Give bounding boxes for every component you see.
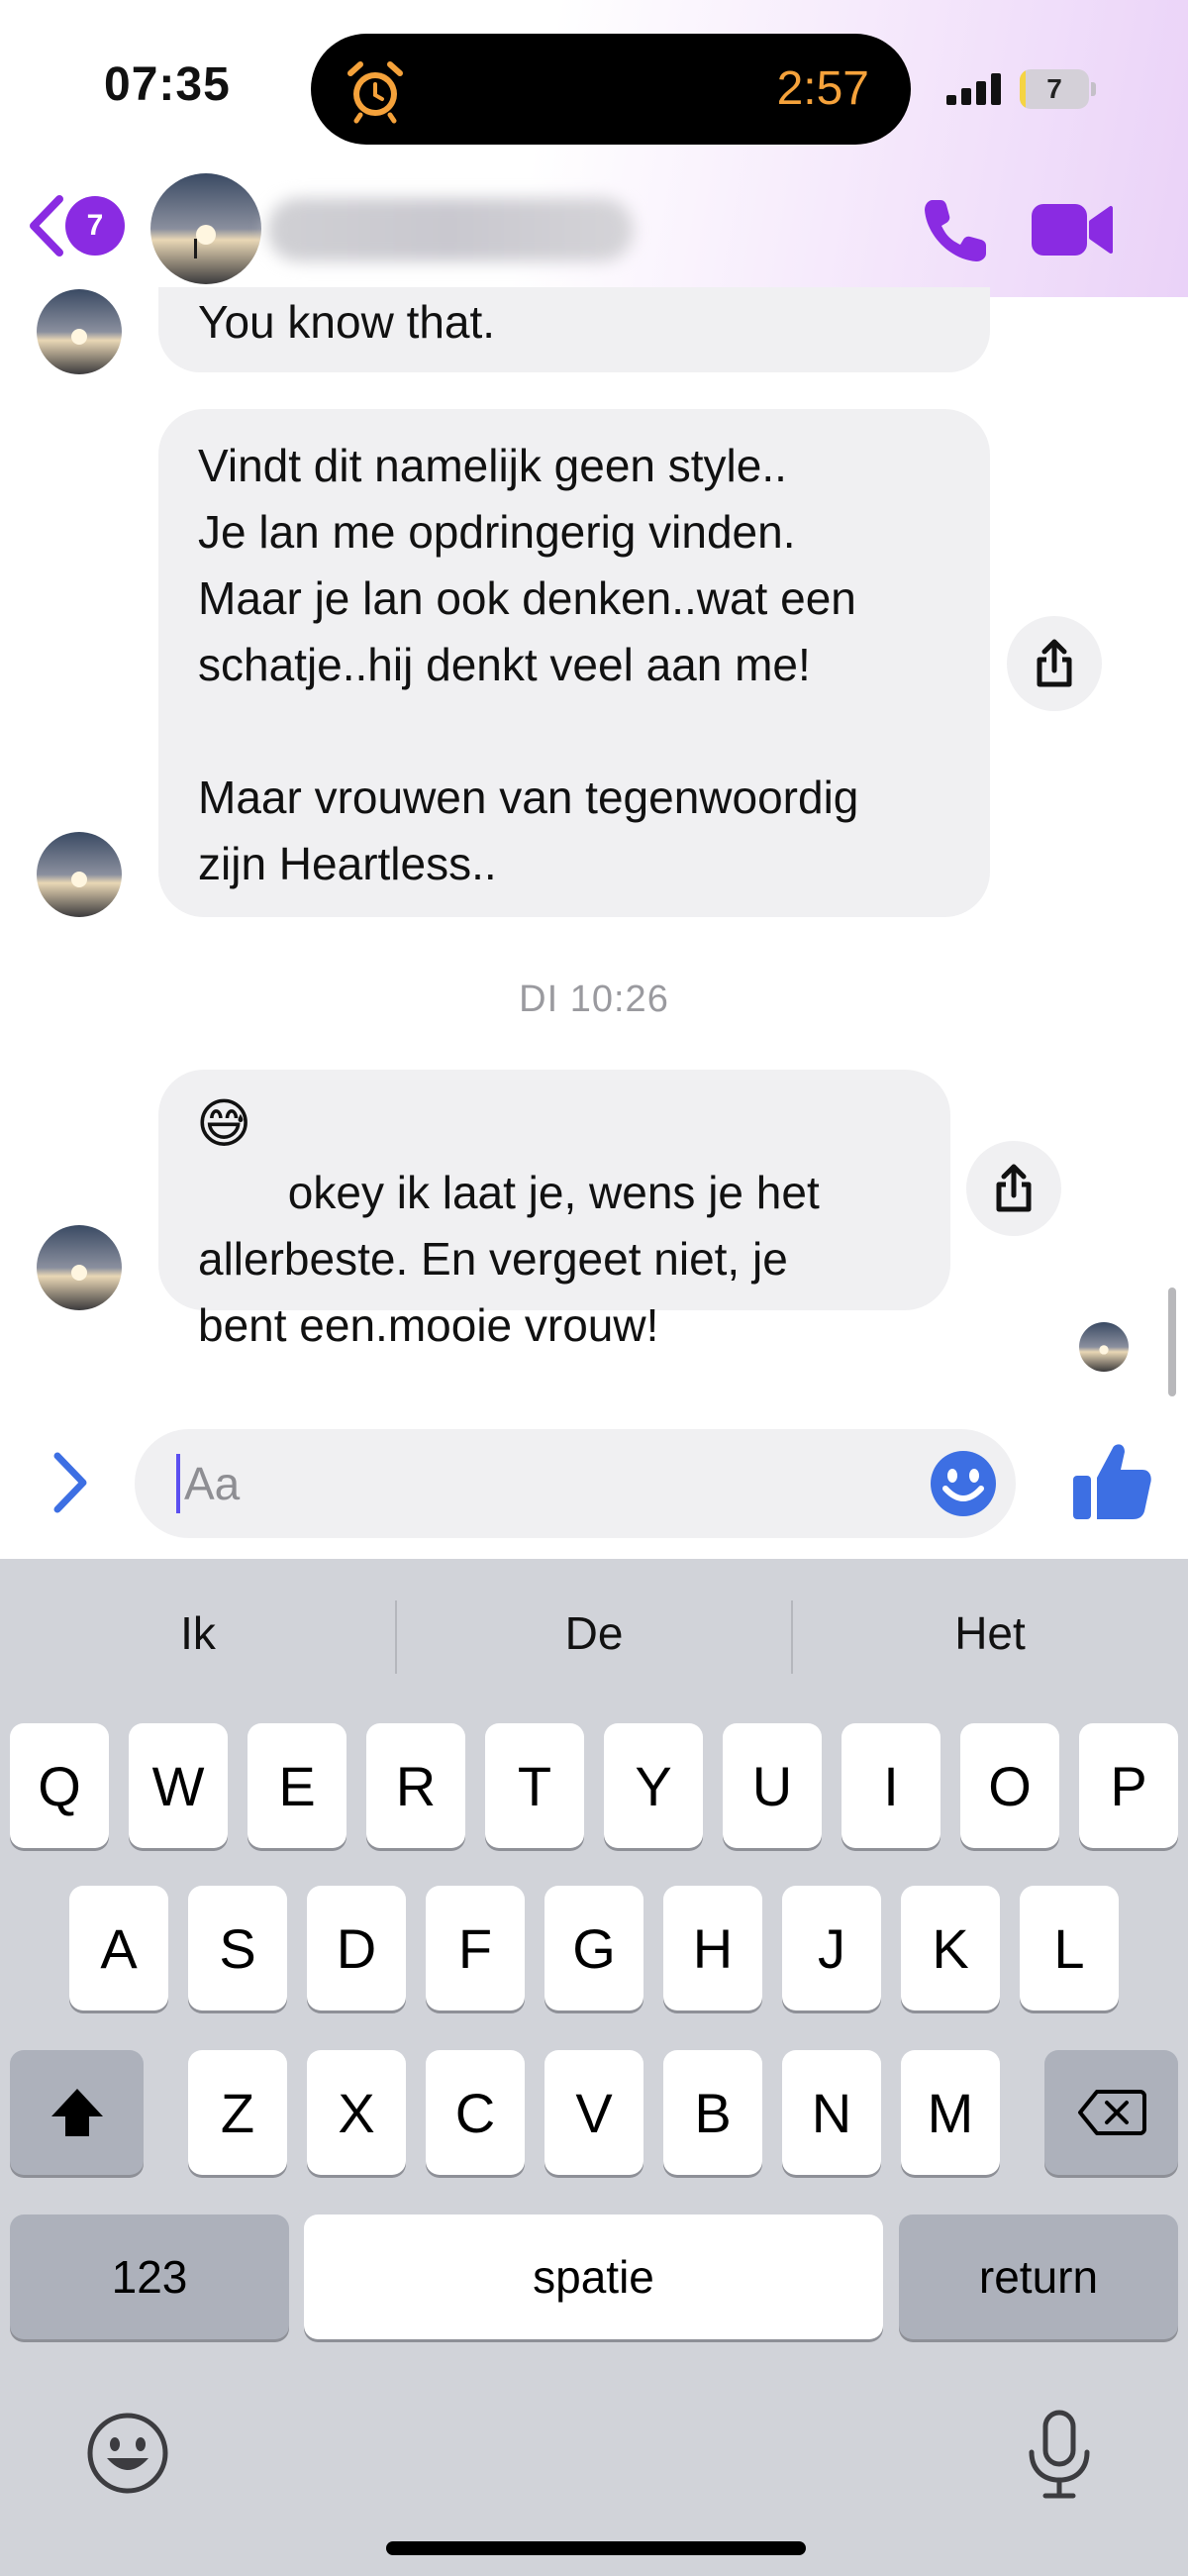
key-r[interactable]: R — [366, 1723, 465, 1848]
share-icon — [996, 1164, 1032, 1212]
sender-avatar[interactable] — [37, 832, 122, 917]
unread-count-badge: 7 — [65, 196, 125, 256]
timer-countdown: 2:57 — [776, 62, 869, 115]
key-o[interactable]: O — [960, 1723, 1059, 1848]
return-key[interactable]: return — [899, 2215, 1178, 2339]
key-t[interactable]: T — [485, 1723, 584, 1848]
microphone-icon[interactable] — [1022, 2409, 1097, 2500]
key-h[interactable]: H — [663, 1886, 762, 2010]
message-bubble[interactable]: Vindt dit namelijk geen style.. Je lan m… — [158, 409, 990, 917]
share-icon — [1037, 639, 1072, 687]
key-e[interactable]: E — [248, 1723, 346, 1848]
avatar-photo — [150, 173, 261, 284]
sender-avatar[interactable] — [37, 289, 122, 374]
shift-arrow-icon — [50, 2089, 103, 2136]
scrollbar[interactable] — [1168, 1288, 1176, 1396]
key-v[interactable]: V — [544, 2050, 644, 2175]
key-g[interactable]: G — [544, 1886, 644, 2010]
alarm-clock-icon — [347, 61, 403, 124]
emoji-keyboard-icon[interactable] — [85, 2411, 170, 2496]
key-i[interactable]: I — [842, 1723, 940, 1848]
thumbs-up-icon[interactable] — [1069, 1438, 1154, 1523]
key-l[interactable]: L — [1020, 1886, 1119, 2010]
key-u[interactable]: U — [723, 1723, 822, 1848]
space-key[interactable]: spatie — [304, 2215, 883, 2339]
input-placeholder: Aa — [184, 1458, 241, 1509]
message-bubble[interactable]: You know that. — [158, 287, 990, 372]
sender-avatar[interactable] — [37, 1225, 122, 1310]
key-y[interactable]: Y — [604, 1723, 703, 1848]
contact-name-redacted — [267, 198, 634, 261]
key-w[interactable]: W — [129, 1723, 228, 1848]
key-k[interactable]: K — [901, 1886, 1000, 2010]
backspace-icon — [1077, 2090, 1146, 2135]
smiley-icon[interactable] — [929, 1449, 998, 1518]
key-p[interactable]: P — [1079, 1723, 1178, 1848]
keyboard: Ik De Het 123 spatie return QWERTYUIOP AS… — [0, 1559, 1188, 2576]
key-a[interactable]: A — [69, 1886, 168, 2010]
home-indicator[interactable] — [386, 2541, 806, 2555]
share-button[interactable] — [966, 1141, 1061, 1236]
battery-percentage: 7 — [1046, 73, 1062, 104]
contact-avatar[interactable] — [150, 173, 261, 284]
key-q[interactable]: Q — [10, 1723, 109, 1848]
status-time: 07:35 — [104, 58, 231, 111]
key-j[interactable]: J — [782, 1886, 881, 2010]
avatar-photo — [37, 289, 122, 374]
message-bubble[interactable]: 😅 okey ik laat je, wens je het allerbest… — [158, 1070, 950, 1351]
message-text: okey ik laat je, wens je het allerbeste.… — [198, 1167, 820, 1351]
avatar-photo — [37, 1225, 122, 1310]
chevron-right-icon[interactable] — [46, 1448, 95, 1517]
back-chevron-icon — [30, 195, 63, 257]
phone-icon[interactable] — [919, 194, 992, 267]
avatar-photo — [1079, 1322, 1129, 1372]
suggestion-1[interactable]: Ik — [0, 1559, 396, 1707]
battery-icon: 7 — [1020, 69, 1099, 109]
message-timestamp: DI 10:26 — [519, 979, 669, 1020]
suggestion-2[interactable]: De — [396, 1559, 792, 1707]
key-z[interactable]: Z — [188, 2050, 287, 2175]
text-caret — [176, 1454, 180, 1513]
video-camera-icon[interactable] — [1030, 198, 1113, 261]
key-f[interactable]: F — [426, 1886, 525, 2010]
delete-key[interactable] — [1044, 2050, 1178, 2175]
message-input[interactable]: Aa — [135, 1429, 1016, 1538]
read-receipt-avatar — [1079, 1322, 1129, 1372]
key-x[interactable]: X — [307, 2050, 406, 2175]
key-m[interactable]: M — [901, 2050, 1000, 2175]
suggestion-3[interactable]: Het — [792, 1559, 1188, 1707]
dynamic-island[interactable]: 2:57 — [311, 34, 911, 145]
key-s[interactable]: S — [188, 1886, 287, 2010]
cellular-signal-icon — [946, 73, 1001, 105]
key-b[interactable]: B — [663, 2050, 762, 2175]
numbers-key[interactable]: 123 — [10, 2215, 289, 2339]
avatar-photo — [37, 832, 122, 917]
key-n[interactable]: N — [782, 2050, 881, 2175]
back-button[interactable]: 7 — [26, 188, 125, 267]
share-button[interactable] — [1007, 616, 1102, 711]
shift-key[interactable] — [10, 2050, 144, 2175]
key-d[interactable]: D — [307, 1886, 406, 2010]
key-c[interactable]: C — [426, 2050, 525, 2175]
